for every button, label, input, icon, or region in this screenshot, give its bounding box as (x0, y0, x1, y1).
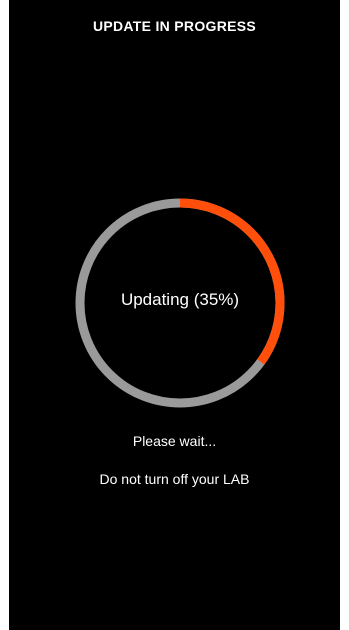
page-title: UPDATE IN PROGRESS (92, 18, 257, 34)
progress-ring: Updating (35%) (75, 198, 285, 408)
please-wait-message: Please wait... (132, 433, 217, 449)
update-screen: UPDATE IN PROGRESS Updating (35%) Please… (9, 0, 340, 630)
progress-label: Updating (35%) (120, 290, 240, 309)
power-warning-message: Do not turn off your LAB (99, 471, 250, 487)
